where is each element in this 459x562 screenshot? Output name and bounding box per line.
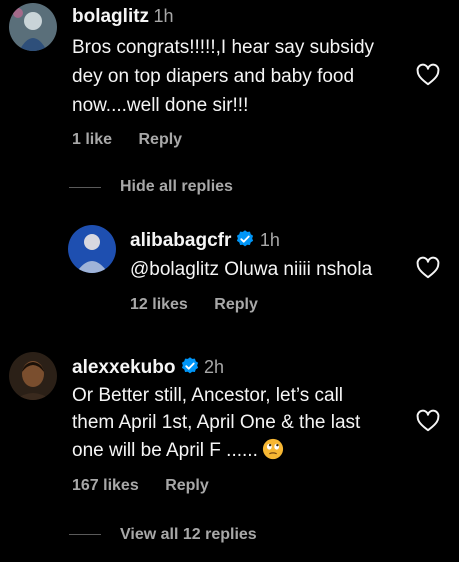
reply-button[interactable]: Reply <box>165 477 209 494</box>
view-replies-button[interactable]: View all 12 replies <box>120 526 257 544</box>
reply-text-line: @bolaglitz Oluwa niiii nshola <box>130 259 373 280</box>
likes-count[interactable]: 1 like <box>72 131 112 148</box>
reply-username[interactable]: alibabagcfr <box>130 230 231 251</box>
comment-text-line: one will be April F ...... <box>72 440 258 461</box>
likes-count[interactable]: 12 likes <box>130 296 188 313</box>
comment-text-line: Or Better still, Ancestor, let’s call <box>72 385 344 406</box>
comment-text-line: dey on top diapers and baby food <box>72 66 355 87</box>
reply-button[interactable]: Reply <box>214 296 258 313</box>
like-heart-icon[interactable] <box>415 62 441 88</box>
reply-time: 1h <box>259 230 280 250</box>
like-heart-icon[interactable] <box>415 255 441 281</box>
comment-time: 1h <box>153 6 174 26</box>
comment-text-line: them April 1st, April One & the last <box>72 412 361 433</box>
comment-time: 2h <box>203 357 224 377</box>
hide-replies-button[interactable]: Hide all replies <box>120 178 233 196</box>
comment-text-line: now....well done sir!!! <box>72 95 249 116</box>
replies-divider <box>69 187 101 188</box>
replies-divider <box>69 534 101 535</box>
avatar-alexxekubo[interactable] <box>9 352 57 400</box>
likes-count[interactable]: 167 likes <box>72 477 139 494</box>
like-heart-icon[interactable] <box>415 408 441 434</box>
avatar-bolaglitz[interactable] <box>9 3 57 51</box>
comment-username[interactable]: alexxekubo <box>72 357 176 378</box>
verified-badge-icon <box>235 229 255 249</box>
avatar-alibabagcfr[interactable] <box>68 225 116 273</box>
comment-text-line: Bros congrats!!!!!,I hear say subsidy <box>72 37 375 58</box>
face-with-rolling-eyes-icon <box>262 438 284 460</box>
reply-button[interactable]: Reply <box>138 131 182 148</box>
comment-username[interactable]: bolaglitz <box>72 6 149 27</box>
verified-badge-icon <box>180 356 200 376</box>
